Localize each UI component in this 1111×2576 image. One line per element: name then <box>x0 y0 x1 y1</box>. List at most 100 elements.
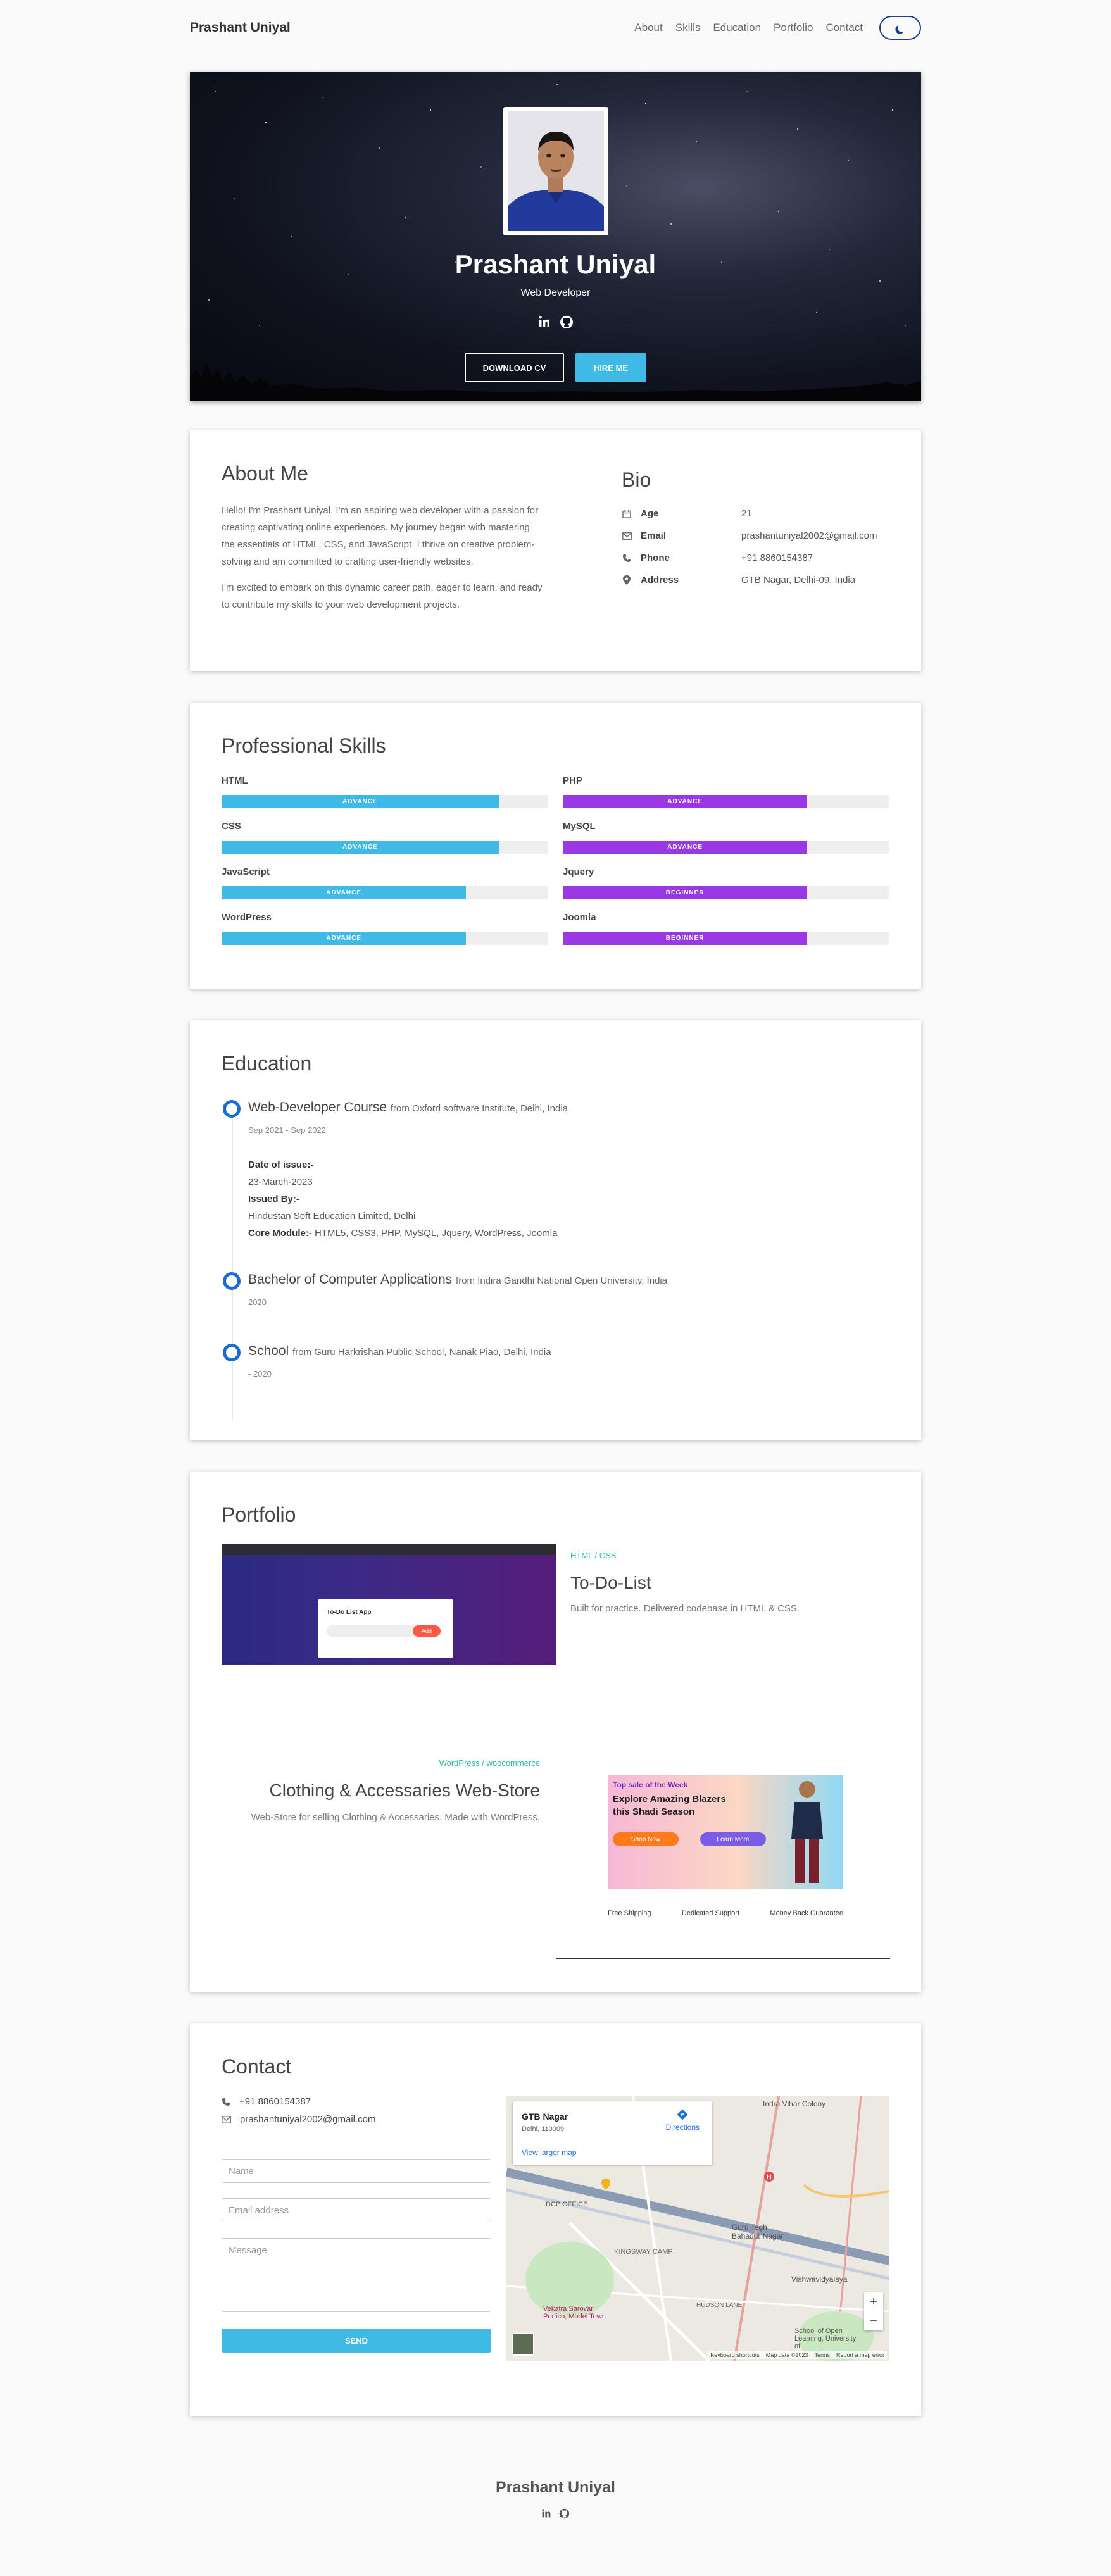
browser-bar <box>222 1544 556 1555</box>
contact-email: prashantuniyal2002@gmail.com <box>222 2114 376 2125</box>
about-section: About Me Hello! I'm Prashant Uniyal. I'm… <box>190 430 921 671</box>
skill-progress-fill: ADVANCE <box>222 886 467 899</box>
timeline-dot <box>223 1272 241 1290</box>
model-figure <box>791 1781 823 1883</box>
about-paragraph: I'm excited to embark on this dynamic ca… <box>222 582 543 610</box>
portfolio-item-desc: Web-Store for selling Clothing & Accessa… <box>251 1812 540 1823</box>
skill-item: PHP ADVANCE <box>563 775 889 808</box>
education-item-title: Web-Developer Course from Oxford softwar… <box>248 1100 568 1115</box>
skill-item: HTML ADVANCE <box>222 775 548 808</box>
skill-progress-fill: BEGINNER <box>563 886 808 899</box>
skill-progress-fill: ADVANCE <box>563 795 808 808</box>
directions-icon <box>677 2109 688 2120</box>
map-marker-icon <box>601 2179 610 2190</box>
navbar: Prashant Uniyal About Skills Education P… <box>190 0 921 56</box>
view-larger-map-link[interactable]: View larger map <box>522 2148 576 2157</box>
skill-item: MySQL ADVANCE <box>563 821 889 854</box>
github-icon[interactable] <box>560 315 574 329</box>
footer-social-links <box>0 2508 1111 2519</box>
map-info-card: GTB Nagar Delhi, 110009 View larger map … <box>513 2101 712 2165</box>
portfolio-item-title[interactable]: To-Do-List <box>570 1573 651 1593</box>
skill-item: CSS ADVANCE <box>222 821 548 854</box>
bio-row-age: Age 21 <box>622 508 752 519</box>
message-textarea[interactable]: Message <box>222 2238 491 2312</box>
skill-name: JavaScript <box>222 866 270 877</box>
todo-screenshot[interactable]: To-Do List App Add <box>222 1544 556 1665</box>
about-paragraph: Hello! I'm Prashant Uniyal. I'm an aspir… <box>222 505 539 567</box>
hero-role: Web Developer <box>520 287 591 298</box>
skill-progress-fill: BEGINNER <box>563 932 808 945</box>
linkedin-icon[interactable] <box>538 315 551 328</box>
todo-modal: To-Do List App Add <box>318 1599 453 1658</box>
education-item-date: 2020 - <box>248 1297 272 1307</box>
brand-logo[interactable]: Prashant Uniyal <box>190 20 291 35</box>
skill-item: JavaScript ADVANCE <box>222 866 548 899</box>
bio-row-phone: Phone +91 8860154387 <box>622 553 813 563</box>
bio-row-address: Address GTB Nagar, Delhi-09, India <box>622 575 855 585</box>
bio-title: Bio <box>622 468 651 491</box>
footer-name: Prashant Uniyal <box>496 2479 615 2496</box>
skill-progress-fill: ADVANCE <box>222 932 467 945</box>
skill-item: WordPress ADVANCE <box>222 912 548 945</box>
phone-icon <box>622 553 632 563</box>
email-input[interactable]: Email address <box>222 2198 491 2222</box>
webstore-screenshot[interactable]: Top sale of the Week Explore Amazing Bla… <box>556 1750 890 1959</box>
theme-toggle-button[interactable] <box>879 16 921 40</box>
skill-progress-bar: ADVANCE <box>222 886 548 899</box>
phone-icon <box>222 2098 230 2106</box>
webstore-banner: Top sale of the Week Explore Amazing Bla… <box>608 1775 843 1889</box>
portfolio-item-title[interactable]: Clothing & Accessaries Web-Store <box>270 1780 540 1801</box>
name-input[interactable]: Name <box>222 2159 491 2183</box>
skill-item: Jquery BEGINNER <box>563 866 889 899</box>
skill-progress-bar: ADVANCE <box>222 932 548 945</box>
envelope-icon <box>622 531 632 541</box>
nav-link-contact[interactable]: Contact <box>825 22 863 34</box>
about-text: Hello! I'm Prashant Uniyal. I'm an aspir… <box>222 502 544 613</box>
bio-row-email: Email prashantuniyal2002@gmail.com <box>622 530 877 541</box>
zoom-out-button[interactable]: − <box>864 2311 883 2330</box>
skill-progress-bar: BEGINNER <box>563 886 889 899</box>
skills-title: Professional Skills <box>222 734 386 757</box>
skill-name: PHP <box>563 775 582 786</box>
skill-name: WordPress <box>222 912 272 923</box>
directions-link[interactable]: Directions <box>666 2109 700 2132</box>
skill-name: Jquery <box>563 866 594 877</box>
calendar-icon <box>622 509 632 519</box>
hero-social-links <box>190 315 921 329</box>
skill-name: CSS <box>222 821 241 832</box>
nav-link-skills[interactable]: Skills <box>675 22 701 34</box>
nav-link-portfolio[interactable]: Portfolio <box>774 22 813 34</box>
portfolio-category: HTML / CSS <box>570 1551 617 1560</box>
skill-item: Joomla BEGINNER <box>563 912 889 945</box>
location-map[interactable]: GTB Nagar Delhi, 110009 View larger map … <box>506 2096 889 2361</box>
skill-progress-fill: ADVANCE <box>222 795 499 808</box>
zoom-in-button[interactable]: + <box>864 2292 883 2311</box>
skill-progress-bar: BEGINNER <box>563 932 889 945</box>
svg-text:H: H <box>767 2173 772 2181</box>
timeline-dot <box>223 1344 241 1361</box>
nav-link-education[interactable]: Education <box>713 22 761 34</box>
portfolio-category: WordPress / woocommerce <box>439 1758 540 1768</box>
satellite-toggle[interactable] <box>512 2333 534 2356</box>
webstore-features: Free Shipping Dedicated Support Money Ba… <box>608 1910 843 1917</box>
linkedin-icon[interactable] <box>541 2508 551 2518</box>
portfolio-item-desc: Built for practice. Delivered codebase i… <box>570 1603 800 1614</box>
nav-links: About Skills Education Portfolio Contact <box>634 16 921 40</box>
portfolio-title: Portfolio <box>222 1503 296 1526</box>
send-button[interactable]: SEND <box>222 2329 491 2353</box>
about-title: About Me <box>222 462 308 485</box>
skill-name: HTML <box>222 775 248 786</box>
nav-link-about[interactable]: About <box>634 22 662 34</box>
hire-me-button[interactable]: HIRE ME <box>575 353 646 382</box>
github-icon[interactable] <box>559 2508 570 2519</box>
contact-phone: +91 8860154387 <box>222 2096 311 2107</box>
timeline-line <box>232 1109 233 1419</box>
hero-section: Prashant Uniyal Web Developer DOWNLOAD C… <box>190 72 921 401</box>
education-item-title: School from Guru Harkrishan Public Schoo… <box>248 1344 551 1358</box>
education-item-title: Bachelor of Computer Applications from I… <box>248 1272 668 1287</box>
education-title: Education <box>222 1052 312 1075</box>
skill-progress-bar: ADVANCE <box>563 795 889 808</box>
download-cv-button[interactable]: DOWNLOAD CV <box>465 353 564 382</box>
education-details: Date of issue:- 23-March-2023 Issued By:… <box>248 1160 558 1239</box>
timeline-dot <box>223 1100 241 1118</box>
